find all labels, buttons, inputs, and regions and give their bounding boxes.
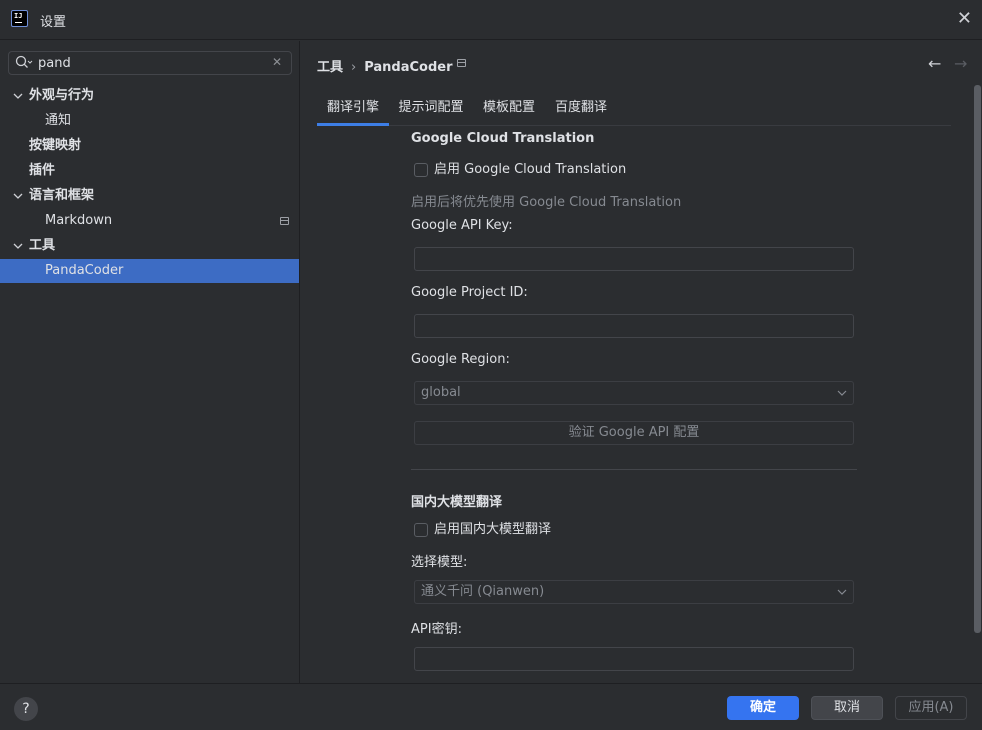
google-region-label: Google Region: [411, 352, 510, 367]
translation-engine-content: Google Cloud Translation 启用 Google Cloud… [301, 126, 971, 683]
tree-item-keymap[interactable]: 按键映射 [0, 134, 299, 158]
close-icon[interactable]: ✕ [957, 9, 972, 29]
search-input[interactable] [38, 54, 268, 72]
help-button[interactable]: ? [14, 697, 38, 721]
tree-item-label: Markdown [45, 213, 113, 228]
chevron-down-icon [837, 589, 847, 595]
tree-item-label: 外观与行为 [29, 88, 95, 103]
verify-google-api-button[interactable]: 验证 Google API 配置 [414, 421, 854, 445]
tree-item-plugins[interactable]: 插件 [0, 159, 299, 183]
google-enable-label: 启用 Google Cloud Translation [434, 162, 627, 177]
tree-item-appearance-behavior[interactable]: 外观与行为 [0, 84, 299, 108]
vertical-scrollbar[interactable] [974, 85, 981, 633]
google-api-key-field[interactable] [414, 247, 854, 271]
tree-item-label: PandaCoder [45, 263, 124, 278]
ok-button[interactable]: 确定 [727, 696, 799, 720]
clear-search-icon[interactable]: ✕ [272, 55, 282, 69]
api-secret-field[interactable] [414, 647, 854, 671]
api-secret-label: API密钥: [411, 622, 462, 637]
title-bar: IJ 设置 ✕ [0, 0, 982, 40]
tree-item-label: 插件 [29, 163, 56, 178]
google-project-id-field[interactable] [414, 314, 854, 338]
google-enable-checkbox[interactable] [414, 163, 428, 177]
chevron-down-icon [13, 243, 23, 249]
search-icon [15, 55, 33, 68]
breadcrumb-separator: › [351, 60, 357, 75]
tab-template-config[interactable]: 模板配置 [477, 95, 541, 126]
tree-item-notifications[interactable]: 通知 [0, 109, 299, 133]
apply-button[interactable]: 应用(A) [895, 696, 967, 720]
breadcrumb-current: PandaCoder [364, 60, 453, 75]
section-divider [411, 469, 857, 470]
chevron-down-icon [13, 93, 23, 99]
google-api-key-label: Google API Key: [411, 218, 513, 233]
tab-prompt-config[interactable]: 提示词配置 [395, 95, 467, 126]
forward-arrow-icon[interactable]: → [954, 54, 967, 73]
project-settings-icon [280, 217, 289, 225]
tree-item-markdown[interactable]: Markdown [0, 209, 299, 233]
settings-main-panel: 工具 › PandaCoder ← → 翻译引擎 提示词配置 模板配置 百度翻译 G… [301, 41, 982, 683]
google-region-value: global [421, 385, 461, 400]
breadcrumb-parent[interactable]: 工具 [317, 60, 343, 75]
model-select[interactable]: 通义千问 (Qianwen) [414, 580, 854, 604]
google-section-title: Google Cloud Translation [411, 131, 595, 146]
tab-baidu-translate[interactable]: 百度翻译 [549, 95, 613, 126]
cancel-button[interactable]: 取消 [811, 696, 883, 720]
domestic-section-title: 国内大模型翻译 [411, 495, 503, 510]
back-arrow-icon[interactable]: ← [928, 54, 941, 73]
tree-item-label: 语言和框架 [29, 188, 95, 203]
window-title: 设置 [40, 15, 67, 30]
domestic-enable-checkbox[interactable] [414, 523, 428, 537]
model-select-value: 通义千问 (Qianwen) [421, 584, 545, 599]
project-settings-icon [457, 59, 466, 67]
tab-bar: 翻译引擎 提示词配置 模板配置 百度翻译 [317, 95, 951, 126]
google-project-id-label: Google Project ID: [411, 285, 528, 300]
intellij-app-icon: IJ [11, 10, 28, 27]
tree-item-label: 按键映射 [29, 138, 82, 153]
tree-item-label: 通知 [45, 113, 72, 128]
chevron-down-icon [13, 193, 23, 199]
settings-search[interactable]: ✕ [8, 51, 292, 75]
model-select-label: 选择模型: [411, 555, 468, 570]
tree-item-label: 工具 [29, 238, 56, 253]
tree-item-tools[interactable]: 工具 [0, 234, 299, 258]
google-region-select[interactable]: global [414, 381, 854, 405]
breadcrumb: 工具 › PandaCoder [317, 56, 453, 75]
chevron-down-icon [837, 390, 847, 396]
settings-sidebar: ✕ 外观与行为 通知 按键映射 插件 语言和框架 Markdown 工具 Pan… [0, 41, 300, 683]
tree-item-pandacoder[interactable]: PandaCoder [0, 259, 299, 283]
tree-item-languages-frameworks[interactable]: 语言和框架 [0, 184, 299, 208]
google-hint-text: 启用后将优先使用 Google Cloud Translation [411, 195, 682, 210]
tab-translation-engine[interactable]: 翻译引擎 [317, 95, 389, 126]
dialog-footer: ? 确定 取消 应用(A) [0, 683, 982, 730]
domestic-enable-label: 启用国内大模型翻译 [434, 522, 552, 537]
